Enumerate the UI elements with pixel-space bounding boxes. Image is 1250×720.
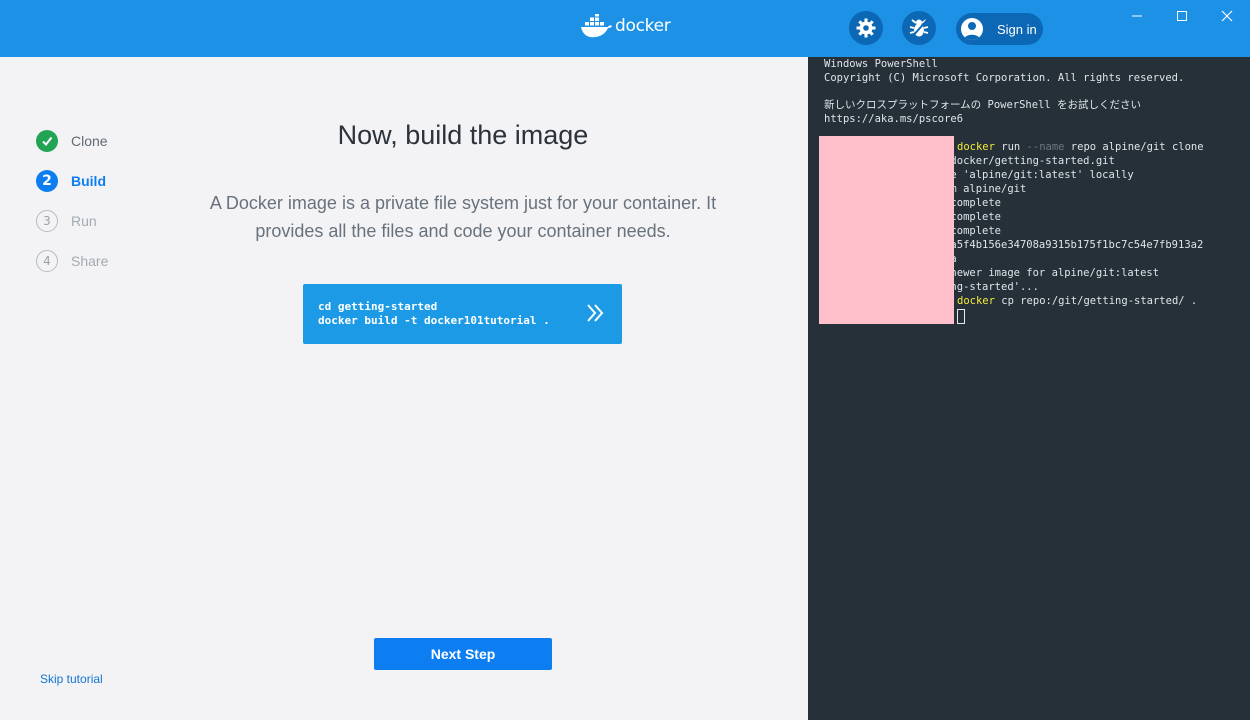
step-label: Share bbox=[71, 253, 109, 269]
step-label: Clone bbox=[71, 133, 108, 149]
check-icon bbox=[42, 136, 53, 147]
terminal-line: 新しいクロスプラットフォームの PowerShell をお試しください bbox=[824, 99, 1142, 111]
command-keyword: docker bbox=[957, 295, 995, 307]
terminal-cursor bbox=[957, 309, 965, 324]
command-text: cd getting-started docker build -t docke… bbox=[318, 300, 550, 328]
terminal-command-line: docker cp repo:/git/getting-started/ . bbox=[957, 294, 1197, 308]
maximize-button[interactable] bbox=[1172, 6, 1192, 26]
step-run[interactable]: 3 Run bbox=[36, 209, 97, 233]
troubleshoot-button[interactable] bbox=[902, 11, 936, 45]
powershell-terminal[interactable]: Windows PowerShell Copyright (C) Microso… bbox=[808, 57, 1250, 720]
command-keyword: docker bbox=[957, 141, 995, 153]
page-title: Now, build the image bbox=[337, 120, 589, 150]
user-avatar-icon bbox=[961, 18, 983, 40]
command-text: repo alpine/git clone bbox=[1064, 141, 1204, 153]
copy-chevrons-icon[interactable] bbox=[584, 302, 606, 324]
command-line: docker build -t docker101tutorial . bbox=[318, 314, 550, 327]
close-icon bbox=[1221, 10, 1233, 22]
command-text: run bbox=[994, 141, 1027, 153]
terminal-command-line: docker run --name repo alpine/git clone bbox=[957, 140, 1204, 154]
next-step-button[interactable]: Next Step bbox=[374, 638, 552, 670]
sign-in-label: Sign in bbox=[997, 21, 1037, 37]
sign-in-button[interactable]: Sign in bbox=[956, 13, 1043, 45]
command-text: cp repo:/git/getting-started/ . bbox=[994, 295, 1198, 307]
docker-wordmark: docker bbox=[615, 16, 671, 36]
docker-whale-icon bbox=[581, 14, 612, 38]
step-number: 3 bbox=[36, 210, 58, 232]
copy-command-box[interactable]: cd getting-started docker build -t docke… bbox=[303, 284, 622, 344]
terminal-line: Windows PowerShell bbox=[824, 58, 938, 70]
minimize-icon bbox=[1132, 15, 1142, 17]
step-number: 4 bbox=[36, 250, 58, 272]
step-done-badge bbox=[36, 130, 58, 152]
maximize-icon bbox=[1177, 11, 1187, 21]
step-clone[interactable]: Clone bbox=[36, 129, 108, 153]
command-flag: --name bbox=[1026, 141, 1065, 153]
gear-icon bbox=[856, 18, 876, 38]
bug-icon bbox=[909, 19, 929, 38]
close-button[interactable] bbox=[1217, 6, 1237, 26]
page-description: A Docker image is a private file system … bbox=[209, 193, 717, 241]
redacted-region bbox=[819, 136, 954, 324]
title-bar: docker Sign in bbox=[0, 0, 1250, 57]
step-build[interactable]: 2 Build bbox=[36, 169, 106, 193]
skip-tutorial-link[interactable]: Skip tutorial bbox=[40, 672, 103, 686]
step-number: 2 bbox=[36, 170, 58, 192]
docker-logo: docker bbox=[580, 14, 671, 38]
settings-button[interactable] bbox=[849, 11, 883, 45]
minimize-button[interactable] bbox=[1127, 6, 1147, 26]
terminal-line: Copyright (C) Microsoft Corporation. All… bbox=[824, 72, 1185, 84]
step-label: Run bbox=[71, 213, 97, 229]
command-line: cd getting-started bbox=[318, 300, 438, 313]
step-label: Build bbox=[71, 173, 106, 189]
terminal-line: https://aka.ms/pscore6 bbox=[824, 113, 964, 125]
step-share[interactable]: 4 Share bbox=[36, 249, 108, 273]
